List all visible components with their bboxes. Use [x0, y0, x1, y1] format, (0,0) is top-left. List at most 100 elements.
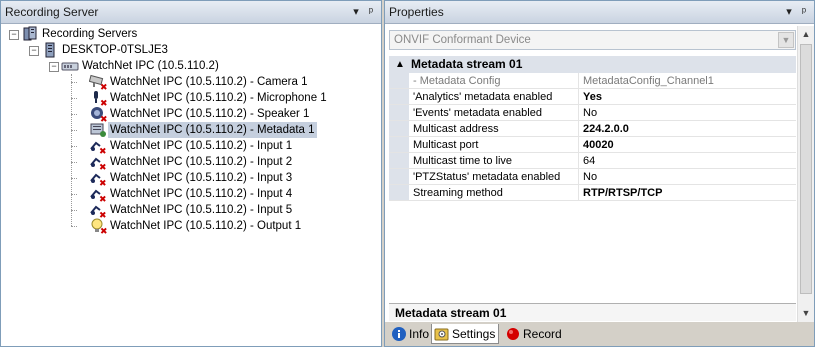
row-gutter [389, 185, 409, 200]
tree-item-label: DESKTOP-0TSLJE3 [62, 44, 168, 56]
server-icon [41, 42, 59, 58]
property-name: 'Analytics' metadata enabled [411, 89, 579, 105]
tree-item-label: WatchNet IPC (10.5.110.2) - Input 5 [110, 204, 293, 216]
tree-item-label: Recording Servers [42, 28, 138, 40]
pin-icon[interactable]: ᵖ [797, 1, 811, 23]
property-value[interactable]: No [583, 169, 597, 185]
property-value[interactable]: 224.2.0.0 [583, 121, 629, 137]
property-value[interactable]: 40020 [583, 137, 614, 153]
tab-settings-label: Settings [452, 327, 496, 341]
svg-text:✖: ✖ [99, 211, 107, 218]
properties-header: Properties ▾ ᵖ [385, 1, 814, 24]
row-gutter [389, 73, 409, 88]
row-gutter [389, 137, 409, 152]
camera-disabled-icon: ✖ [88, 74, 108, 93]
svg-text:✖: ✖ [100, 115, 107, 122]
tree-item-label: WatchNet IPC (10.5.110.2) - Input 3 [110, 172, 293, 184]
speaker-disabled-icon: ✖ [89, 106, 108, 125]
metadata-icon [89, 122, 107, 138]
svg-text:✖: ✖ [99, 179, 107, 186]
tree-item-label: WatchNet IPC (10.5.110.2) - Camera 1 [110, 76, 308, 88]
property-value[interactable]: MetadataConfig_Channel1 [583, 73, 714, 89]
properties-pane: Properties ▾ ᵖ ONVIF Conformant Device ▼… [384, 0, 815, 347]
property-row[interactable]: Multicast address 224.2.0.0 [389, 121, 796, 137]
tab-record[interactable]: Record [503, 324, 565, 344]
tree-item-label: WatchNet IPC (10.5.110.2) - Input 2 [110, 156, 293, 168]
recording-server-title: Recording Server [5, 5, 99, 19]
collapse-icon[interactable]: − [9, 30, 19, 40]
property-row[interactable]: 'PTZStatus' metadata enabled No [389, 169, 796, 185]
property-row[interactable]: 'Analytics' metadata enabled Yes [389, 89, 796, 105]
properties-title: Properties [389, 5, 444, 19]
tree-item-label: WatchNet IPC (10.5.110.2) - Output 1 [110, 220, 302, 232]
recording-server-pane: Recording Server ▾ ᵖ − Recording Servers −… [0, 0, 382, 347]
svg-text:✖: ✖ [99, 147, 107, 154]
row-gutter [389, 121, 409, 136]
input-disabled-icon: ✖ [89, 154, 107, 173]
collapse-icon[interactable]: ▲ [395, 56, 405, 73]
input-disabled-icon: ✖ [89, 170, 107, 189]
property-name: Multicast address [411, 121, 579, 137]
dropdown-arrow-icon[interactable]: ▾ [349, 1, 363, 23]
tree-item-label: WatchNet IPC (10.5.110.2) - Speaker 1 [110, 108, 310, 120]
device-type-combo[interactable]: ONVIF Conformant Device ▼ [389, 30, 796, 50]
scroll-thumb[interactable] [800, 44, 812, 294]
description-title: Metadata stream 01 [389, 303, 796, 321]
output-disabled-icon: ✖ [89, 218, 108, 237]
row-gutter [389, 169, 409, 184]
svg-text:✖: ✖ [99, 163, 107, 170]
tab-record-label: Record [523, 327, 562, 341]
property-name: Multicast time to live [411, 153, 579, 169]
device-type-value: ONVIF Conformant Device [394, 34, 531, 46]
input-disabled-icon: ✖ [89, 138, 107, 157]
category-metadata-stream[interactable]: ▲ Metadata stream 01 [389, 56, 796, 73]
tree-item-label: WatchNet IPC (10.5.110.2) - Microphone 1 [110, 92, 327, 104]
property-name: 'PTZStatus' metadata enabled [411, 169, 579, 185]
input-disabled-icon: ✖ [89, 186, 107, 205]
property-row[interactable]: Streaming method RTP/RTSP/TCP [389, 185, 796, 201]
row-gutter [389, 153, 409, 168]
svg-text:✖: ✖ [99, 195, 107, 202]
tree-item-label: WatchNet IPC (10.5.110.2) - Metadata 1 [108, 122, 317, 138]
recording-servers-icon [21, 26, 39, 42]
property-value[interactable]: 64 [583, 153, 595, 169]
microphone-disabled-icon: ✖ [89, 90, 108, 109]
property-grid: ▲ Metadata stream 01 - Metadata Config Me… [389, 56, 796, 201]
svg-text:✖: ✖ [100, 99, 107, 106]
row-gutter [389, 89, 409, 104]
row-gutter [389, 105, 409, 120]
input-disabled-icon: ✖ [89, 202, 107, 221]
scroll-up-icon[interactable]: ▲ [798, 26, 814, 43]
tree-connector [71, 226, 77, 227]
property-row[interactable]: Multicast port 40020 [389, 137, 796, 153]
recording-server-header: Recording Server ▾ ᵖ [1, 1, 381, 24]
scroll-down-icon[interactable]: ▼ [798, 305, 814, 322]
property-row[interactable]: Multicast time to live 64 [389, 153, 796, 169]
property-value[interactable]: Yes [583, 89, 602, 105]
collapse-icon[interactable]: − [29, 46, 39, 56]
bottom-tabs: Info Settings Record [385, 322, 814, 346]
dropdown-arrow-icon[interactable]: ▾ [782, 1, 796, 23]
collapse-icon[interactable]: − [49, 62, 59, 72]
record-icon [507, 328, 519, 340]
tree-connector [71, 74, 72, 226]
svg-text:✖: ✖ [100, 83, 107, 90]
chevron-down-icon[interactable]: ▼ [778, 32, 794, 48]
tab-info[interactable]: Info [389, 324, 431, 344]
svg-text:✖: ✖ [100, 227, 107, 234]
category-label: Metadata stream 01 [411, 57, 523, 71]
info-icon [392, 327, 406, 341]
property-row[interactable]: 'Events' metadata enabled No [389, 105, 796, 121]
tree-item-label: WatchNet IPC (10.5.110.2) - Input 1 [110, 140, 293, 152]
hardware-device-icon [61, 58, 79, 74]
settings-icon [434, 328, 449, 341]
property-value[interactable]: RTP/RTSP/TCP [583, 185, 662, 201]
tab-settings[interactable]: Settings [431, 324, 499, 344]
pin-icon[interactable]: ᵖ [364, 1, 378, 23]
property-name: 'Events' metadata enabled [411, 105, 579, 121]
property-value[interactable]: No [583, 105, 597, 121]
property-name: - Metadata Config [411, 73, 579, 89]
vertical-scrollbar[interactable]: ▲ ▼ [797, 26, 814, 322]
property-name: Multicast port [411, 137, 579, 153]
property-row[interactable]: - Metadata Config MetadataConfig_Channel1 [389, 73, 796, 89]
